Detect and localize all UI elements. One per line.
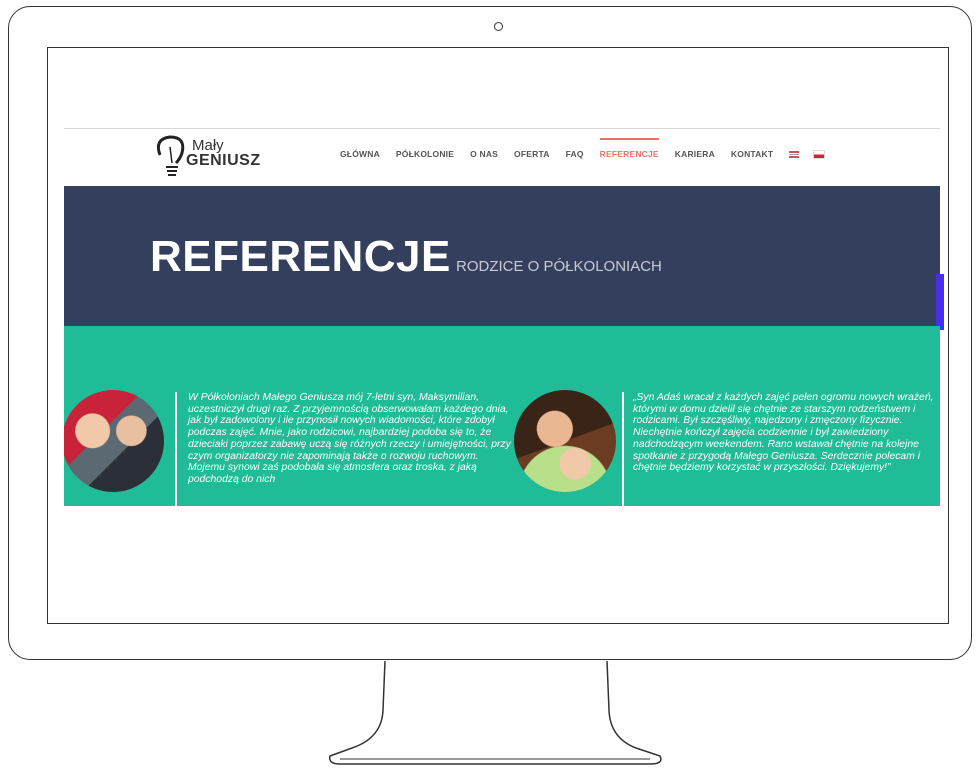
nav-item-o-nas[interactable]: O NAS: [470, 149, 498, 159]
side-tab[interactable]: [936, 274, 944, 330]
quote-divider: [622, 392, 624, 506]
website: Mały GENIUSZ GŁÓWNA PÓŁKOLONIE O NAS OFE…: [64, 128, 944, 506]
logo-text-geniusz: GENIUSZ: [186, 152, 261, 169]
quote-divider: [175, 392, 177, 506]
flag-pl-icon[interactable]: [813, 149, 826, 159]
nav-item-kontakt[interactable]: KONTAKT: [731, 149, 773, 159]
logo[interactable]: Mały GENIUSZ: [152, 133, 272, 181]
testimonial-avatar-2: [514, 390, 616, 492]
main-nav: GŁÓWNA PÓŁKOLONIE O NAS OFERTA FAQ REFER…: [340, 138, 839, 159]
page-title: REFERENCJE: [150, 232, 451, 281]
nav-item-oferta[interactable]: OFERTA: [514, 149, 550, 159]
testimonial-text-2: „Syn Adaś wracał z każdych zajęć pełen o…: [633, 392, 934, 474]
testimonials-section: W Półkoloniach Małego Geniusza mój 7-let…: [64, 326, 940, 506]
flag-en-icon[interactable]: [789, 150, 800, 158]
site-header: Mały GENIUSZ GŁÓWNA PÓŁKOLONIE O NAS OFE…: [64, 129, 940, 186]
nav-item-referencje[interactable]: REFERENCJE: [599, 138, 659, 159]
page-subtitle: RODZICE O PÓŁKOLONIACH: [456, 258, 662, 275]
screen: Mały GENIUSZ GŁÓWNA PÓŁKOLONIE O NAS OFE…: [47, 47, 949, 624]
nav-item-kariera[interactable]: KARIERA: [675, 149, 715, 159]
nav-item-glowna[interactable]: GŁÓWNA: [340, 149, 380, 159]
testimonial-text-1: W Półkoloniach Małego Geniusza mój 7-let…: [188, 392, 511, 485]
nav-item-polkolonie[interactable]: PÓŁKOLONIE: [396, 149, 454, 159]
nav-item-faq[interactable]: FAQ: [566, 149, 584, 159]
hero-banner: REFERENCJE RODZICE O PÓŁKOLONIACH: [64, 186, 944, 330]
testimonial-avatar-1: [64, 390, 164, 492]
